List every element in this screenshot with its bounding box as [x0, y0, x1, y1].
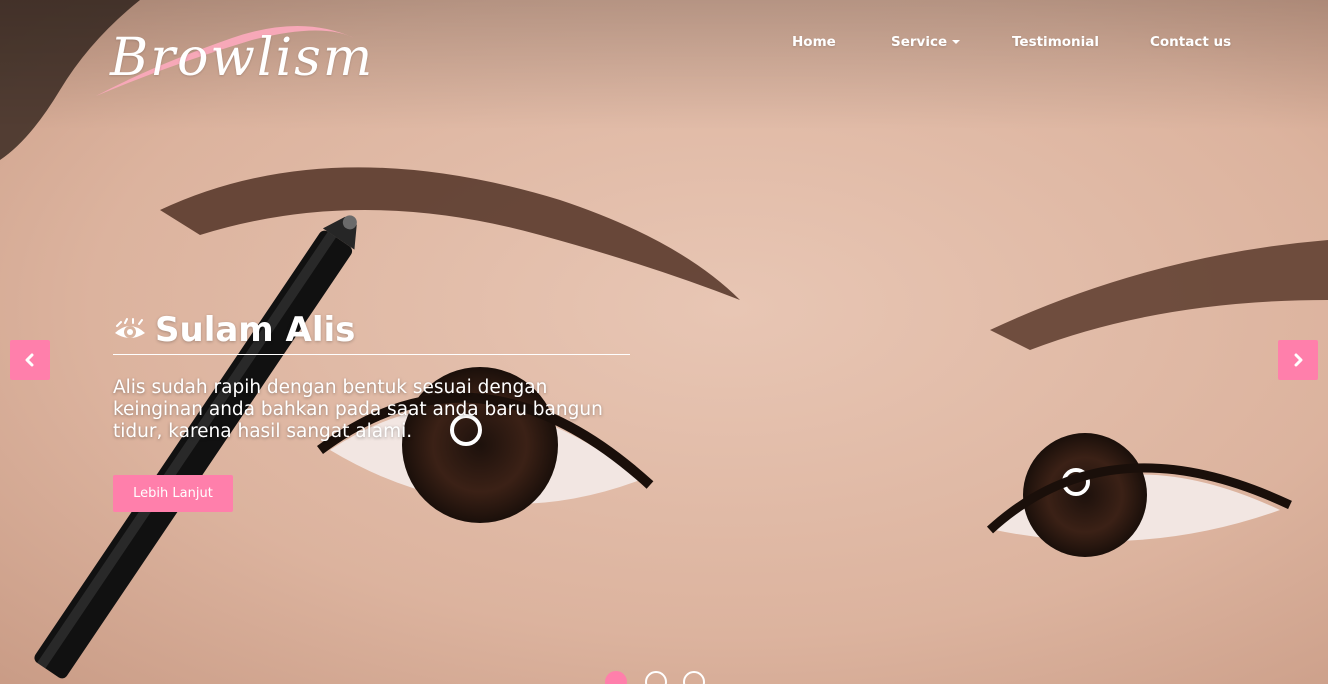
carousel-prev-button[interactable]	[10, 340, 50, 380]
main-nav: Home Service Testimonial Contact us	[0, 34, 1328, 56]
slide-title: Sulam Alis	[155, 310, 356, 350]
hero-carousel: Browlism Home Service Testimonial Contac…	[0, 0, 1328, 684]
eye-icon	[115, 318, 145, 338]
chevron-left-icon	[25, 353, 34, 367]
nav-contact-us[interactable]: Contact us	[1150, 34, 1231, 50]
learn-more-button[interactable]: Lebih Lanjut	[113, 475, 233, 512]
slide-title-row: Sulam Alis	[113, 308, 633, 352]
brand-logo[interactable]: Browlism	[92, 10, 372, 102]
nav-testimonial[interactable]: Testimonial	[1012, 34, 1099, 50]
chevron-right-icon	[1294, 353, 1303, 367]
carousel-next-button[interactable]	[1278, 340, 1318, 380]
nav-service[interactable]: Service	[891, 34, 961, 50]
slide-description: Alis sudah rapih dengan bentuk sesuai de…	[113, 377, 603, 442]
caption-divider	[113, 354, 630, 355]
slide-caption: Sulam Alis Alis sudah rapih dengan bentu…	[113, 308, 633, 443]
nav-service-label: Service	[891, 34, 948, 50]
nav-home[interactable]: Home	[792, 34, 836, 50]
caret-down-icon	[952, 40, 961, 44]
